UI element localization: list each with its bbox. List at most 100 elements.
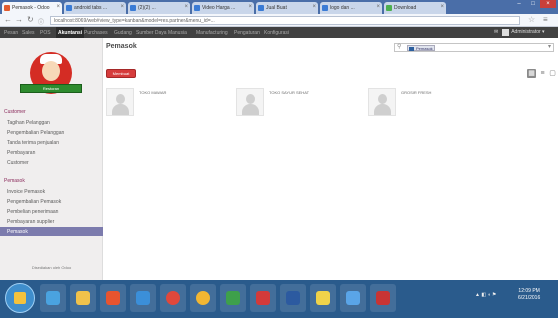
menu-item-gudang[interactable]: Gudang [114,30,132,36]
close-icon[interactable]: × [376,4,380,10]
close-icon[interactable]: × [248,4,252,10]
chevron-down-icon[interactable]: ▾ [548,43,551,50]
odoo-favicon-icon [4,5,10,11]
menu-item-akuntansi[interactable]: Akuntansi [56,27,85,38]
partner-name: GROSIR FRESH [401,90,432,95]
tab-label: Pemasok - Odoo [12,5,50,11]
page-favicon-icon [194,5,200,11]
avatar-placeholder-icon [368,88,396,116]
list-view-icon[interactable]: ≡ [538,69,547,78]
download-favicon-icon [386,5,392,11]
close-icon[interactable]: × [56,4,60,10]
address-bar-row: ← → ↻ ⓘ localhost:8069/web#view_type=kan… [0,14,558,27]
close-icon[interactable]: × [184,4,188,10]
browser-tab[interactable]: Jual Buat × [256,2,318,14]
page-favicon-icon [130,5,136,11]
chat-icon[interactable]: ✉ [494,29,498,35]
search-icon: ⚲ [397,44,402,50]
menu-item-konfigurasi[interactable]: Konfigurasi [264,30,289,36]
sidebar-item-pembayaran[interactable]: Pembayaran [0,148,103,157]
browser-tab-active[interactable]: Pemasok - Odoo × [2,2,62,14]
sidebar-item-pembelian-penerimaan[interactable]: Pembelian penerimaan [0,207,103,216]
sidebar-item-tagihan-pelanggan[interactable]: Tagihan Pelanggan [0,118,103,127]
browser-menu-icon[interactable]: ≡ [543,15,548,24]
form-view-icon[interactable]: ▢ [548,69,557,78]
browser-tab[interactable]: logo dan ... × [320,2,382,14]
powered-by-footer[interactable]: Disediakan oleh Odoo [0,265,103,270]
close-icon[interactable]: × [312,4,316,10]
kanban-view-icon[interactable]: ▦ [527,69,536,78]
clock-date: 6/21/2016 [518,295,541,301]
menu-item-pesan[interactable]: Pesan [4,30,18,36]
sidebar-item-pengembalian-pemasok[interactable]: Pengembalian Pemasok [0,197,103,206]
back-icon[interactable]: ← [4,15,12,24]
taskbar-ie2-icon[interactable] [130,284,156,312]
sidebar-item-customer[interactable]: Customer [0,158,103,167]
taskbar: ▲ ◧ ◖ ⚑ 12:09 PM 6/21/2016 [0,280,558,318]
browser-tab[interactable]: Video Harga ... × [192,2,254,14]
section-title-customer: Customer [4,109,26,115]
browser-tab[interactable]: Download × [384,2,446,14]
search-facet[interactable]: Pemasok [407,45,435,51]
start-button[interactable] [5,283,35,313]
partner-name: TOKO MAWAR [139,90,167,95]
page-favicon-icon [322,5,328,11]
taskbar-ie-icon[interactable] [40,284,66,312]
forward-icon[interactable]: → [15,15,23,24]
menu-item-sdm[interactable]: Sumber Daya Manusia [136,30,187,36]
minimize-icon[interactable]: – [512,0,526,8]
sidebar-item-invoice-pemasok[interactable]: Invoice Pemasok [0,187,103,196]
browser-tab[interactable]: android tabs ... × [64,2,126,14]
tab-label: android tabs ... [74,5,108,11]
company-logo[interactable]: Restoran [20,52,82,102]
user-menu[interactable]: ✉ Administrator ▾ [494,29,545,36]
taskbar-pdf-icon[interactable] [370,284,396,312]
sidebar: Restoran Customer Tagihan Pelanggan Peng… [0,38,103,280]
sidebar-item-pembayaran-supplier[interactable]: Pembayaran supplier [0,217,103,226]
close-icon[interactable]: × [120,4,124,10]
partner-card[interactable]: GROSIR FRESH [368,88,490,116]
taskbar-app-icon[interactable] [220,284,246,312]
tab-label: Download [394,5,417,11]
menu-item-manufacturing[interactable]: Manufacturing [196,30,228,36]
menu-item-pengaturan[interactable]: Pengaturan [234,30,260,36]
browser-tab[interactable]: (2)(2) ... × [128,2,190,14]
tab-label: Video Harga ... [202,5,236,11]
system-tray[interactable]: ▲ ◧ ◖ ⚑ [475,292,496,298]
reload-icon[interactable]: ↻ [27,15,34,24]
tab-label: logo dan ... [330,5,355,11]
page-favicon-icon [258,5,264,11]
menu-item-sales[interactable]: Sales [22,30,35,36]
url-input[interactable]: localhost:8069/web#view_type=kanban&mode… [50,16,520,25]
create-button[interactable]: Membuat [106,69,136,78]
maximize-icon[interactable]: □ [526,0,540,8]
page-info-icon[interactable]: ⓘ [38,17,44,26]
partner-card[interactable]: TOKO MAWAR [106,88,228,116]
sidebar-item-tanda-terima[interactable]: Tanda terima penjualan [0,138,103,147]
sidebar-item-pengembalian-pelanggan[interactable]: Pengembalian Pelanggan [0,128,103,137]
filter-icon [409,47,414,51]
clock[interactable]: 12:09 PM 6/21/2016 [518,288,540,302]
browser-tab-strip: Pemasok - Odoo × android tabs ... × (2)(… [0,0,558,14]
menu-item-purchases[interactable]: Purchases [84,30,108,36]
bookmark-star-icon[interactable]: ☆ [528,15,535,24]
app-top-menu: Pesan Sales POS Akuntansi Purchases Guda… [0,27,558,38]
taskbar-word-icon[interactable] [280,284,306,312]
taskbar-paint-icon[interactable] [310,284,336,312]
taskbar-chrome-icon[interactable] [160,284,186,312]
menu-item-pos[interactable]: POS [40,30,51,36]
search-input[interactable]: ⚲ Pemasok ▾ [394,43,554,52]
taskbar-media-icon[interactable] [100,284,126,312]
page-favicon-icon [66,5,72,11]
partner-name: TOKO SAYUR SEHAT [269,90,310,95]
close-icon[interactable]: × [440,4,444,10]
window-close-icon[interactable]: × [540,0,556,8]
taskbar-folder-icon[interactable] [70,284,96,312]
facet-label: Pemasok [416,46,433,51]
tab-label: Jual Buat [266,5,287,11]
taskbar-app2-icon[interactable] [250,284,276,312]
taskbar-chrome2-icon[interactable] [190,284,216,312]
partner-card[interactable]: TOKO SAYUR SEHAT [236,88,358,116]
taskbar-app3-icon[interactable] [340,284,366,312]
sidebar-item-pemasok[interactable]: Pemasok [0,227,103,236]
